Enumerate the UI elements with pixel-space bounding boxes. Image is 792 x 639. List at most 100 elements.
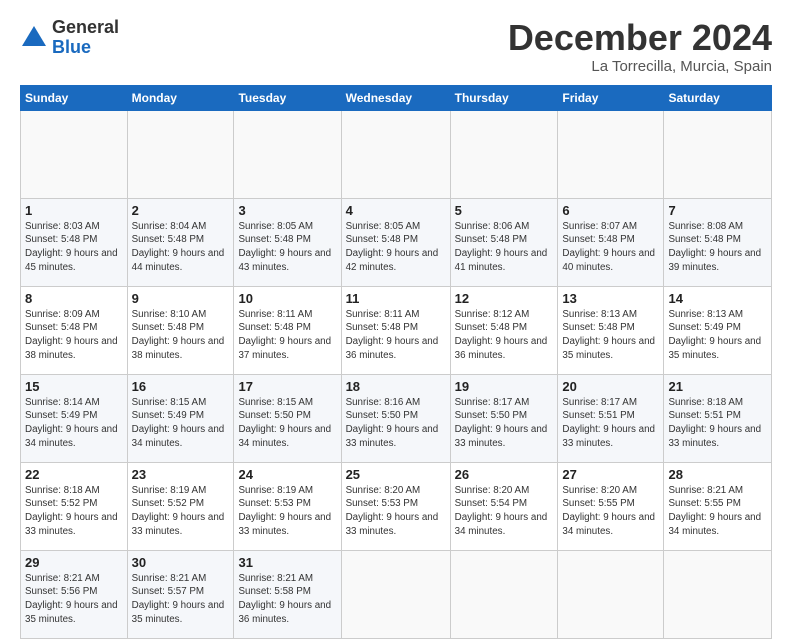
calendar-cell: 28 Sunrise: 8:21 AMSunset: 5:55 PMDayligh… xyxy=(664,462,772,550)
day-info: Sunrise: 8:21 AMSunset: 5:56 PMDaylight:… xyxy=(25,572,123,627)
day-number: 8 xyxy=(25,291,123,306)
day-number: 9 xyxy=(132,291,230,306)
calendar-cell: 27 Sunrise: 8:20 AMSunset: 5:55 PMDayligh… xyxy=(558,462,664,550)
calendar-cell: 23Sunrise: 8:19 AMSunset: 5:52 PMDayligh… xyxy=(127,462,234,550)
day-number: 7 xyxy=(668,203,767,218)
day-info: Sunrise: 8:20 AMSunset: 5:53 PMDaylight:… xyxy=(346,484,446,539)
calendar-cell: 26 Sunrise: 8:20 AMSunset: 5:54 PMDayligh… xyxy=(450,462,558,550)
calendar-cell: 17Sunrise: 8:15 AMSunset: 5:50 PMDayligh… xyxy=(234,374,341,462)
title-section: December 2024 La Torrecilla, Murcia, Spa… xyxy=(508,18,772,75)
calendar-table: Sunday Monday Tuesday Wednesday Thursday… xyxy=(20,85,772,639)
day-number: 21 xyxy=(668,379,767,394)
calendar-cell xyxy=(341,550,450,638)
day-info: Sunrise: 8:07 AMSunset: 5:48 PMDaylight:… xyxy=(562,220,659,275)
header-monday: Monday xyxy=(127,85,234,110)
calendar-week-0 xyxy=(21,110,772,198)
calendar-cell: 5 Sunrise: 8:06 AMSunset: 5:48 PMDaylight… xyxy=(450,198,558,286)
calendar-cell: 15 Sunrise: 8:14 AMSunset: 5:49 PMDayligh… xyxy=(21,374,128,462)
calendar-week-4: 22 Sunrise: 8:18 AMSunset: 5:52 PMDayligh… xyxy=(21,462,772,550)
day-number: 23 xyxy=(132,467,230,482)
calendar-cell: 21Sunrise: 8:18 AMSunset: 5:51 PMDayligh… xyxy=(664,374,772,462)
day-number: 29 xyxy=(25,555,123,570)
day-number: 2 xyxy=(132,203,230,218)
calendar-cell: 7Sunrise: 8:08 AMSunset: 5:48 PMDaylight… xyxy=(664,198,772,286)
calendar-cell: 19 Sunrise: 8:17 AMSunset: 5:50 PMDayligh… xyxy=(450,374,558,462)
calendar-cell xyxy=(450,110,558,198)
day-info: Sunrise: 8:06 AMSunset: 5:48 PMDaylight:… xyxy=(455,220,554,275)
day-info: Sunrise: 8:17 AMSunset: 5:50 PMDaylight:… xyxy=(455,396,554,451)
day-number: 19 xyxy=(455,379,554,394)
calendar-body: 1 Sunrise: 8:03 AMSunset: 5:48 PMDaylight… xyxy=(21,110,772,638)
calendar-cell: 11Sunrise: 8:11 AMSunset: 5:48 PMDayligh… xyxy=(341,286,450,374)
day-info: Sunrise: 8:09 AMSunset: 5:48 PMDaylight:… xyxy=(25,308,123,363)
page: General Blue December 2024 La Torrecilla… xyxy=(0,0,792,612)
calendar-cell xyxy=(21,110,128,198)
day-number: 31 xyxy=(238,555,336,570)
day-number: 13 xyxy=(562,291,659,306)
calendar-cell xyxy=(558,550,664,638)
day-info: Sunrise: 8:21 AMSunset: 5:57 PMDaylight:… xyxy=(132,572,230,627)
calendar-week-3: 15 Sunrise: 8:14 AMSunset: 5:49 PMDayligh… xyxy=(21,374,772,462)
calendar-cell: 24Sunrise: 8:19 AMSunset: 5:53 PMDayligh… xyxy=(234,462,341,550)
calendar-cell: 25Sunrise: 8:20 AMSunset: 5:53 PMDayligh… xyxy=(341,462,450,550)
calendar-cell: 16Sunrise: 8:15 AMSunset: 5:49 PMDayligh… xyxy=(127,374,234,462)
calendar-cell: 1 Sunrise: 8:03 AMSunset: 5:48 PMDaylight… xyxy=(21,198,128,286)
header-thursday: Thursday xyxy=(450,85,558,110)
day-info: Sunrise: 8:10 AMSunset: 5:48 PMDaylight:… xyxy=(132,308,230,363)
day-info: Sunrise: 8:15 AMSunset: 5:50 PMDaylight:… xyxy=(238,396,336,451)
day-number: 24 xyxy=(238,467,336,482)
day-number: 27 xyxy=(562,467,659,482)
day-number: 4 xyxy=(346,203,446,218)
day-info: Sunrise: 8:17 AMSunset: 5:51 PMDaylight:… xyxy=(562,396,659,451)
calendar-cell: 13Sunrise: 8:13 AMSunset: 5:48 PMDayligh… xyxy=(558,286,664,374)
day-info: Sunrise: 8:20 AMSunset: 5:55 PMDaylight:… xyxy=(562,484,659,539)
calendar-cell: 9 Sunrise: 8:10 AMSunset: 5:48 PMDaylight… xyxy=(127,286,234,374)
day-info: Sunrise: 8:05 AMSunset: 5:48 PMDaylight:… xyxy=(238,220,336,275)
day-number: 18 xyxy=(346,379,446,394)
day-number: 6 xyxy=(562,203,659,218)
day-number: 10 xyxy=(238,291,336,306)
header: General Blue December 2024 La Torrecilla… xyxy=(20,18,772,75)
day-number: 22 xyxy=(25,467,123,482)
calendar-week-5: 29 Sunrise: 8:21 AMSunset: 5:56 PMDayligh… xyxy=(21,550,772,638)
day-header-row: Sunday Monday Tuesday Wednesday Thursday… xyxy=(21,85,772,110)
calendar-cell: 14Sunrise: 8:13 AMSunset: 5:49 PMDayligh… xyxy=(664,286,772,374)
logo-icon xyxy=(20,24,48,52)
logo-general-text: General xyxy=(52,17,119,37)
day-info: Sunrise: 8:14 AMSunset: 5:49 PMDaylight:… xyxy=(25,396,123,451)
logo-blue-text: Blue xyxy=(52,37,91,57)
day-number: 14 xyxy=(668,291,767,306)
calendar-week-1: 1 Sunrise: 8:03 AMSunset: 5:48 PMDaylight… xyxy=(21,198,772,286)
day-info: Sunrise: 8:04 AMSunset: 5:48 PMDaylight:… xyxy=(132,220,230,275)
day-info: Sunrise: 8:05 AMSunset: 5:48 PMDaylight:… xyxy=(346,220,446,275)
day-info: Sunrise: 8:18 AMSunset: 5:52 PMDaylight:… xyxy=(25,484,123,539)
calendar-cell xyxy=(664,110,772,198)
calendar-cell: 6 Sunrise: 8:07 AMSunset: 5:48 PMDaylight… xyxy=(558,198,664,286)
calendar-cell: 4 Sunrise: 8:05 AMSunset: 5:48 PMDaylight… xyxy=(341,198,450,286)
day-number: 1 xyxy=(25,203,123,218)
day-number: 30 xyxy=(132,555,230,570)
header-sunday: Sunday xyxy=(21,85,128,110)
day-number: 15 xyxy=(25,379,123,394)
calendar-cell: 2 Sunrise: 8:04 AMSunset: 5:48 PMDaylight… xyxy=(127,198,234,286)
day-info: Sunrise: 8:15 AMSunset: 5:49 PMDaylight:… xyxy=(132,396,230,451)
day-info: Sunrise: 8:20 AMSunset: 5:54 PMDaylight:… xyxy=(455,484,554,539)
month-title: December 2024 xyxy=(508,18,772,58)
calendar-cell xyxy=(664,550,772,638)
day-number: 20 xyxy=(562,379,659,394)
logo: General Blue xyxy=(20,18,119,58)
calendar-cell: 22 Sunrise: 8:18 AMSunset: 5:52 PMDayligh… xyxy=(21,462,128,550)
calendar-cell xyxy=(450,550,558,638)
day-number: 28 xyxy=(668,467,767,482)
calendar-cell: 8 Sunrise: 8:09 AMSunset: 5:48 PMDaylight… xyxy=(21,286,128,374)
calendar-cell: 12Sunrise: 8:12 AMSunset: 5:48 PMDayligh… xyxy=(450,286,558,374)
day-info: Sunrise: 8:12 AMSunset: 5:48 PMDaylight:… xyxy=(455,308,554,363)
calendar-cell: 31Sunrise: 8:21 AMSunset: 5:58 PMDayligh… xyxy=(234,550,341,638)
calendar-cell: 10Sunrise: 8:11 AMSunset: 5:48 PMDayligh… xyxy=(234,286,341,374)
day-info: Sunrise: 8:03 AMSunset: 5:48 PMDaylight:… xyxy=(25,220,123,275)
day-number: 5 xyxy=(455,203,554,218)
day-number: 26 xyxy=(455,467,554,482)
calendar-week-2: 8 Sunrise: 8:09 AMSunset: 5:48 PMDaylight… xyxy=(21,286,772,374)
day-info: Sunrise: 8:21 AMSunset: 5:55 PMDaylight:… xyxy=(668,484,767,539)
calendar-cell: 30 Sunrise: 8:21 AMSunset: 5:57 PMDayligh… xyxy=(127,550,234,638)
